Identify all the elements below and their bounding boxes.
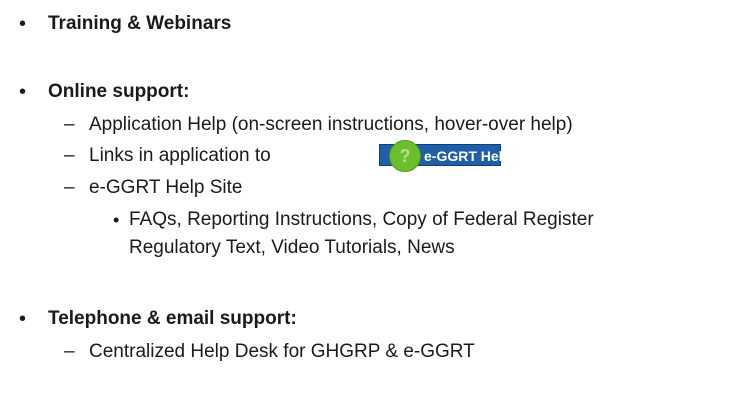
question-mark: ? — [399, 146, 411, 166]
egrt-help-button[interactable]: ? e-GGRT Help — [379, 140, 511, 172]
dash-bullet: – — [64, 114, 75, 135]
help-site-details-line2: Regulatory Text, Video Tutorials, News — [129, 237, 455, 258]
links-in-application-item: Links in application to — [89, 145, 271, 166]
dash-bullet: – — [64, 341, 75, 362]
help-site-details-line1: FAQs, Reporting Instructions, Copy of Fe… — [129, 209, 594, 230]
dash-bullet: – — [64, 145, 75, 166]
bullet-dot: • — [19, 13, 27, 35]
bullet-dot: • — [19, 81, 27, 103]
egrt-help-site-item: e-GGRT Help Site — [89, 177, 243, 198]
dash-bullet: – — [64, 177, 75, 198]
training-webinars-heading: Training & Webinars — [48, 13, 232, 34]
sub-bullet-dot: • — [113, 210, 120, 230]
online-support-heading: Online support: — [48, 81, 190, 102]
application-help-item: Application Help (on-screen instructions… — [89, 114, 573, 135]
telephone-email-support-heading: Telephone & email support: — [48, 308, 297, 329]
egrt-help-button-label: e-GGRT Help — [424, 148, 512, 164]
centralized-help-desk-item: Centralized Help Desk for GHGRP & e-GGRT — [89, 341, 475, 362]
question-icon: ? — [389, 140, 421, 172]
bullet-dot: • — [19, 308, 27, 330]
